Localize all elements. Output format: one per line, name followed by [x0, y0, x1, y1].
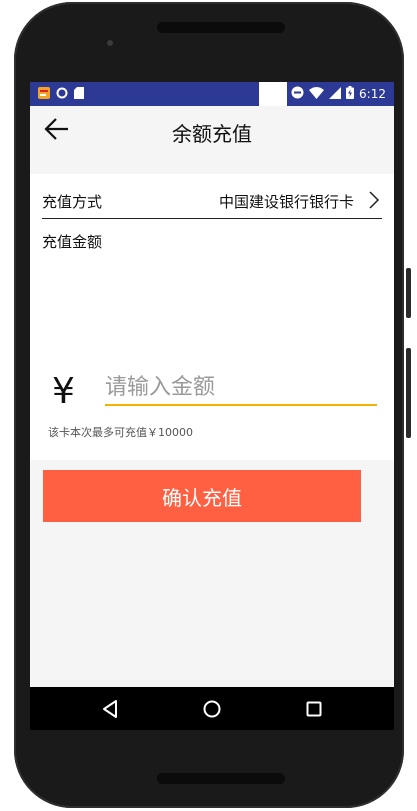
screen: 6:12 余额充值 充值方式 中国建设银行银行卡 充值金额 ¥ 该卡本次最多可充… — [30, 82, 394, 730]
sd-card-icon — [74, 87, 84, 102]
status-bar: 6:12 — [30, 82, 394, 106]
recents-square-icon[interactable] — [303, 698, 325, 720]
circle-icon — [56, 87, 68, 102]
page-title: 余额充值 — [172, 122, 252, 146]
top-speaker — [157, 22, 285, 33]
home-circle-icon[interactable] — [201, 698, 223, 720]
navigation-bar — [30, 687, 394, 730]
power-button — [406, 268, 411, 318]
app-bar: 余额充值 — [30, 106, 394, 152]
status-time: 6:12 — [359, 87, 386, 101]
recharge-form: 充值方式 中国建设银行银行卡 充值金额 ¥ 该卡本次最多可充值￥10000 — [30, 174, 394, 460]
amount-input[interactable] — [105, 370, 377, 406]
volume-button — [406, 348, 411, 438]
back-triangle-icon[interactable] — [99, 698, 121, 720]
battery-icon — [346, 86, 355, 102]
recharge-limit-text: 该卡本次最多可充值￥10000 — [48, 426, 193, 439]
signal-icon — [329, 86, 342, 102]
bottom-speaker — [157, 773, 285, 784]
currency-symbol: ¥ — [52, 371, 75, 412]
status-bar-white-block — [259, 82, 287, 106]
front-camera — [107, 40, 113, 46]
payment-method-row[interactable]: 充值方式 中国建设银行银行卡 — [42, 174, 382, 219]
confirm-recharge-button[interactable]: 确认充值 — [43, 470, 361, 522]
amount-label: 充值金额 — [42, 233, 103, 251]
wifi-icon — [309, 86, 325, 102]
chevron-right-icon — [368, 191, 380, 209]
payment-method-value: 中国建设银行银行卡 — [218, 193, 354, 211]
payment-method-label: 充值方式 — [42, 193, 103, 211]
do-not-disturb-icon — [291, 86, 304, 102]
notification-app-icon — [38, 87, 50, 102]
